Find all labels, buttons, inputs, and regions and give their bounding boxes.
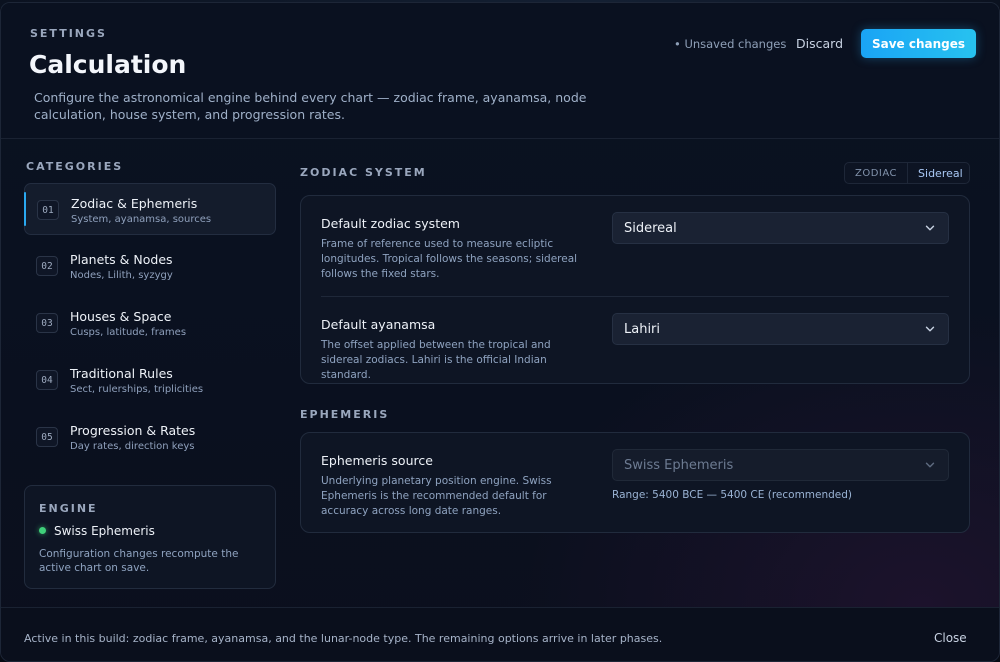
engine-name: Swiss Ephemeris <box>54 524 155 538</box>
settings-divider <box>321 296 949 297</box>
category-number: 04 <box>36 370 58 390</box>
zodiac-settings-card: Default zodiac system Frame of reference… <box>300 195 970 384</box>
unsaved-changes-indicator: • Unsaved changes <box>674 37 787 51</box>
sidebar-item-progression-rates[interactable]: 05 Progression & Rates Day rates, direct… <box>24 411 276 463</box>
zodiac-system-select[interactable]: Sidereal <box>612 212 949 244</box>
ayanamsa-value: Lahiri <box>624 322 661 337</box>
setting-desc-ephemeris-source: Underlying planetary position engine. Sw… <box>321 475 552 517</box>
category-title: Traditional Rules <box>70 366 173 381</box>
close-button[interactable]: Close <box>934 631 967 645</box>
category-subtitle: System, ayanamsa, sources <box>71 214 212 225</box>
category-subtitle: Cusps, latitude, frames <box>70 327 187 338</box>
setting-title-ephemeris-source: Ephemeris source <box>321 453 433 468</box>
status-dot-icon <box>39 527 46 534</box>
setting-desc-ayanamsa: The offset applied between the tropical … <box>321 339 551 381</box>
setting-desc-zodiac-system: Frame of reference used to measure eclip… <box>321 238 578 280</box>
zodiac-system-value: Sidereal <box>624 221 677 236</box>
footer-note: Active in this build: zodiac frame, ayan… <box>24 632 663 645</box>
engine-status-card: ENGINE Swiss Ephemeris Configuration cha… <box>24 485 276 589</box>
zodiac-toggle-label: ZODIAC <box>855 167 898 179</box>
settings-modal: SETTINGS Calculation Configure the astro… <box>0 2 1000 662</box>
category-subtitle: Sect, rulerships, triplicities <box>70 384 204 395</box>
category-subtitle: Day rates, direction keys <box>70 441 195 452</box>
discard-button[interactable]: Discard <box>796 36 843 51</box>
ephemeris-source-select: Swiss Ephemeris <box>612 449 949 481</box>
chevron-down-icon <box>925 225 935 231</box>
category-title: Progression & Rates <box>70 423 196 438</box>
page-title: Calculation <box>29 50 187 79</box>
ephemeris-settings-card: Ephemeris source Underlying planetary po… <box>300 432 970 533</box>
engine-note: Configuration changes recompute the acti… <box>39 548 239 574</box>
sidebar-item-houses-space[interactable]: 03 Houses & Space Cusps, latitude, frame… <box>24 297 276 349</box>
page-subtitle: Configure the astronomical engine behind… <box>34 90 587 122</box>
ephemeris-section-heading: EPHEMERIS <box>300 408 390 421</box>
zodiac-toggle-sidereal[interactable]: Sidereal <box>907 163 973 183</box>
ayanamsa-select[interactable]: Lahiri <box>612 313 949 345</box>
setting-title-ayanamsa: Default ayanamsa <box>321 317 436 332</box>
category-number: 05 <box>36 427 58 447</box>
engine-heading: ENGINE <box>39 502 98 515</box>
category-number: 01 <box>37 200 59 220</box>
category-number: 02 <box>36 256 58 276</box>
modal-header: SETTINGS Calculation Configure the astro… <box>1 3 999 139</box>
sidebar-item-zodiac-ephemeris[interactable]: 01 Zodiac & Ephemeris System, ayanamsa, … <box>24 183 276 235</box>
zodiac-toggle: ZODIAC Sidereal <box>844 162 970 184</box>
chevron-down-icon <box>925 462 935 468</box>
page-eyebrow: SETTINGS <box>30 27 107 40</box>
save-changes-button[interactable]: Save changes <box>861 29 976 58</box>
setting-title-zodiac-system: Default zodiac system <box>321 216 460 231</box>
sidebar-item-traditional-rules[interactable]: 04 Traditional Rules Sect, rulerships, t… <box>24 354 276 406</box>
zodiac-section-heading: ZODIAC SYSTEM <box>300 166 427 179</box>
category-title: Planets & Nodes <box>70 252 173 267</box>
ephemeris-range-note: Range: 5400 BCE — 5400 CE (recommended) <box>612 489 853 501</box>
category-number: 03 <box>36 313 58 333</box>
chevron-down-icon <box>925 326 935 332</box>
category-title: Houses & Space <box>70 309 172 324</box>
ephemeris-source-value: Swiss Ephemeris <box>624 458 734 473</box>
category-subtitle: Nodes, Lilith, syzygy <box>70 270 173 281</box>
sidebar-item-planets-nodes[interactable]: 02 Planets & Nodes Nodes, Lilith, syzygy <box>24 240 276 292</box>
categories-heading: CATEGORIES <box>26 160 124 173</box>
modal-footer: Active in this build: zodiac frame, ayan… <box>1 607 999 661</box>
category-title: Zodiac & Ephemeris <box>71 196 198 211</box>
